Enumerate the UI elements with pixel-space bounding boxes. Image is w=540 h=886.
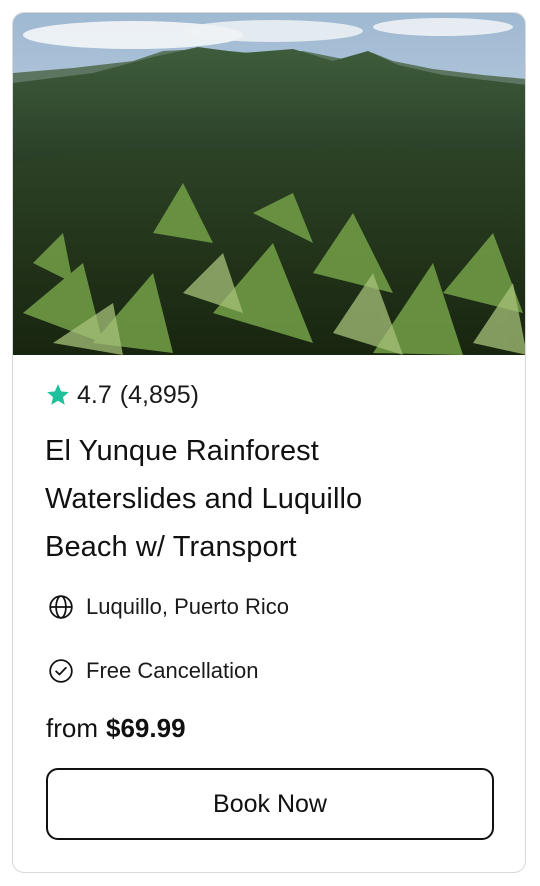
rating-score: 4.7 [77,380,112,409]
tour-photo[interactable] [13,13,526,355]
check-circle-icon [49,659,73,683]
price-prefix: from [46,713,98,743]
rating-text: 4.7 (4,895) [77,381,199,410]
rating: 4.7 (4,895) [45,378,199,412]
tour-title[interactable]: El Yunque Rainforest Waterslides and Luq… [45,427,505,571]
price-amount: $69.99 [106,713,186,743]
tour-title-line: El Yunque Rainforest [45,435,319,467]
review-count: (4,895) [119,380,199,409]
globe-icon [49,595,73,619]
tour-title-line: Waterslides and Luquillo [45,483,363,515]
book-now-button[interactable]: Book Now [46,768,494,840]
tour-title-line: Beach w/ Transport [45,531,297,563]
price: from $69.99 [46,713,186,753]
cancellation-text: Free Cancellation [86,658,259,683]
cancellation-row: Free Cancellation [48,656,258,686]
location-row: Luquillo, Puerto Rico [48,592,289,622]
tour-card[interactable]: 4.7 (4,895) El Yunque Rainforest Watersl… [12,12,526,873]
star-icon [47,384,69,405]
location-text: Luquillo, Puerto Rico [86,594,290,619]
